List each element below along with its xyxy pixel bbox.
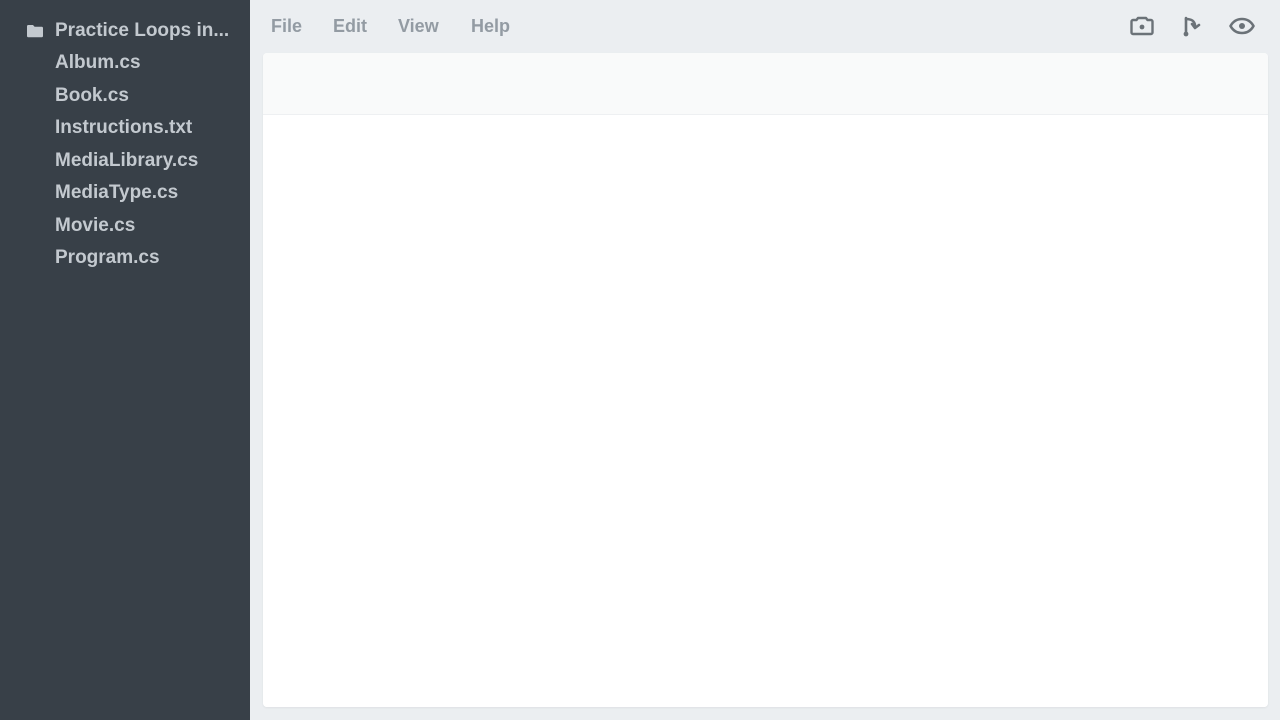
- eye-icon: [1229, 17, 1255, 35]
- editor-pane: [263, 53, 1268, 707]
- menu-edit[interactable]: Edit: [333, 16, 367, 37]
- folder-icon: [27, 25, 43, 38]
- menu-bar: File Edit View Help: [250, 0, 1280, 52]
- fork-button[interactable]: [1179, 13, 1205, 39]
- folder-item-project[interactable]: Practice Loops in...: [26, 18, 240, 44]
- file-item-album[interactable]: Album.cs: [55, 47, 198, 80]
- editor-content[interactable]: [263, 115, 1268, 707]
- menu-file[interactable]: File: [271, 16, 302, 37]
- file-item-program[interactable]: Program.cs: [55, 242, 198, 275]
- app-window: Practice Loops in... Album.cs Book.cs In…: [0, 0, 1280, 720]
- menu-view[interactable]: View: [398, 16, 439, 37]
- snapshot-button[interactable]: [1129, 13, 1155, 39]
- file-tree-sidebar: Practice Loops in... Album.cs Book.cs In…: [0, 0, 250, 720]
- menu-help[interactable]: Help: [471, 16, 510, 37]
- file-item-medialibrary[interactable]: MediaLibrary.cs: [55, 145, 198, 178]
- folder-label: Practice Loops in...: [55, 20, 230, 41]
- file-item-instructions[interactable]: Instructions.txt: [55, 112, 198, 145]
- camera-icon: [1130, 16, 1154, 36]
- file-item-book[interactable]: Book.cs: [55, 80, 198, 113]
- editor-tab-bar: [263, 53, 1268, 115]
- file-list: Album.cs Book.cs Instructions.txt MediaL…: [55, 47, 198, 275]
- file-item-mediatype[interactable]: MediaType.cs: [55, 177, 198, 210]
- fork-icon: [1183, 16, 1201, 37]
- file-item-movie[interactable]: Movie.cs: [55, 210, 198, 243]
- preview-button[interactable]: [1229, 13, 1255, 39]
